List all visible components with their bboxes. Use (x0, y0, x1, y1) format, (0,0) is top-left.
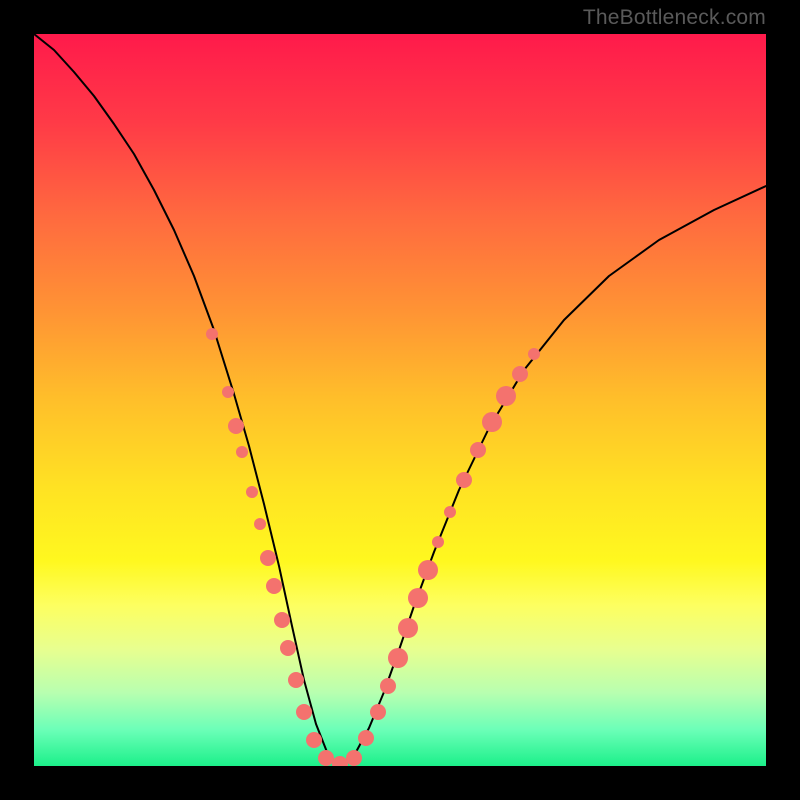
watermark-text: TheBottleneck.com (583, 6, 766, 30)
curve-marker (254, 518, 266, 530)
curve-marker (512, 366, 528, 382)
curve-marker (470, 442, 486, 458)
curve-marker (496, 386, 516, 406)
curve-markers (206, 328, 540, 766)
chart-plot-area (34, 34, 766, 766)
curve-marker (358, 730, 374, 746)
curve-marker (280, 640, 296, 656)
curve-marker (206, 328, 218, 340)
curve-marker (444, 506, 456, 518)
curve-marker (456, 472, 472, 488)
curve-marker (370, 704, 386, 720)
curve-marker (288, 672, 304, 688)
curve-marker (528, 348, 540, 360)
curve-marker (306, 732, 322, 748)
curve-marker (260, 550, 276, 566)
curve-marker (246, 486, 258, 498)
curve-marker (346, 750, 362, 766)
curve-marker (418, 560, 438, 580)
chart-frame: TheBottleneck.com (0, 0, 800, 800)
curve-marker (236, 446, 248, 458)
curve-marker (332, 756, 348, 766)
curve-marker (482, 412, 502, 432)
curve-marker (408, 588, 428, 608)
curve-marker (380, 678, 396, 694)
curve-marker (432, 536, 444, 548)
curve-marker (228, 418, 244, 434)
chart-svg (34, 34, 766, 766)
curve-marker (398, 618, 418, 638)
curve-marker (296, 704, 312, 720)
curve-marker (222, 386, 234, 398)
curve-marker (388, 648, 408, 668)
curve-marker (266, 578, 282, 594)
curve-marker (318, 750, 334, 766)
curve-marker (274, 612, 290, 628)
